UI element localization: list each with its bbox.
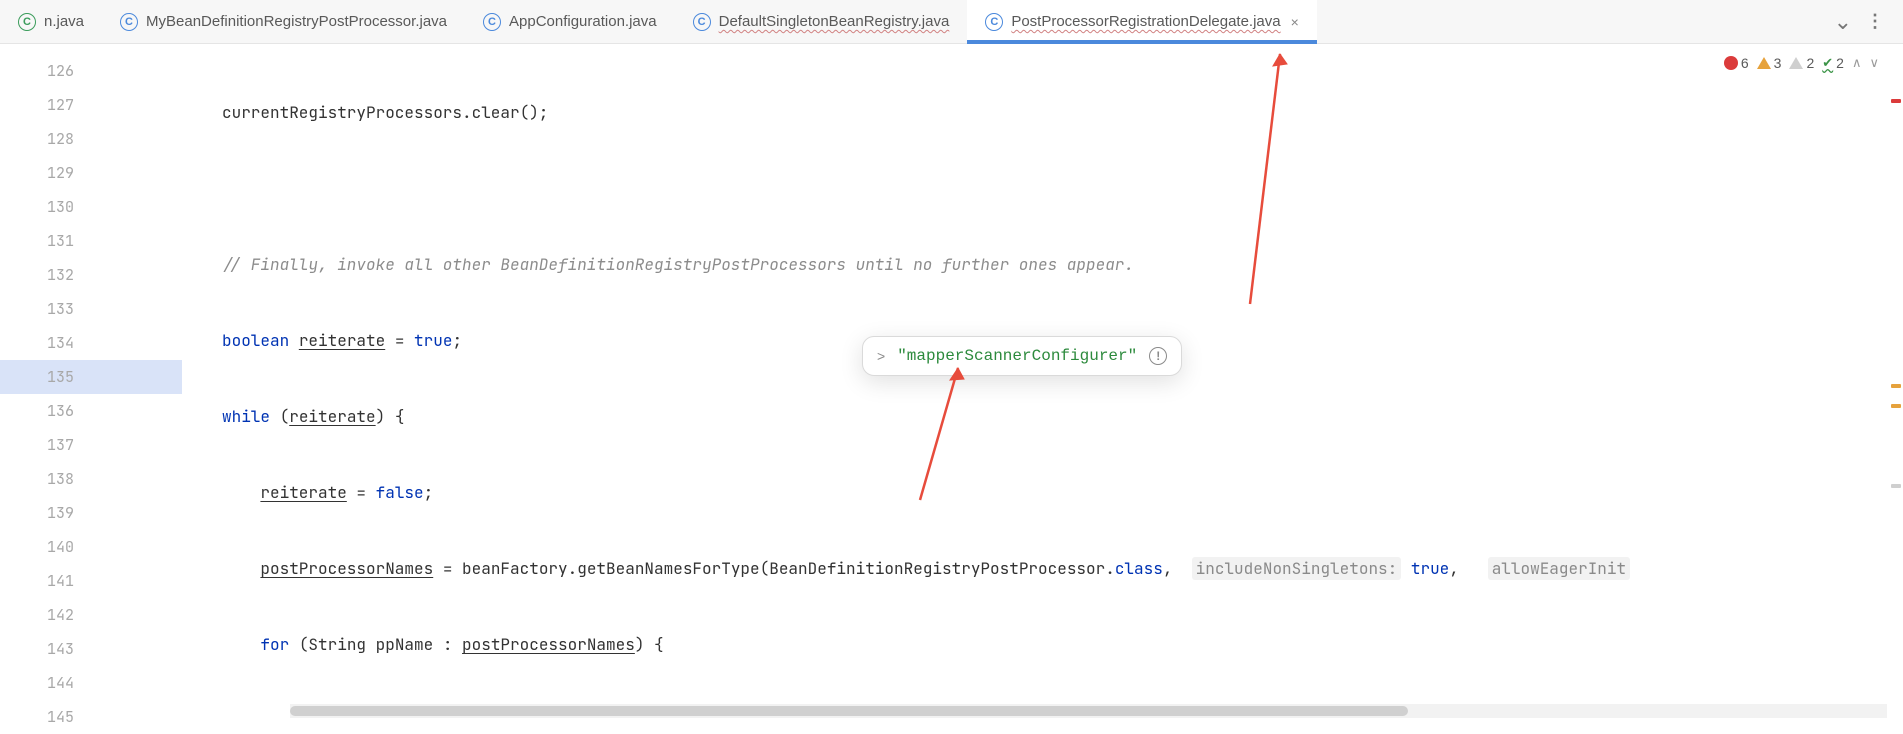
code-area[interactable]: currentRegistryProcessors.clear(); // Fi… — [182, 44, 1903, 718]
line-number: 136 — [0, 394, 108, 428]
warning-count: 3 — [1774, 55, 1782, 71]
tab-defaultsingleton[interactable]: C DefaultSingletonBeanRegistry.java — [675, 0, 968, 44]
line-number: 138 — [0, 462, 108, 496]
tab-label: n.java — [44, 13, 84, 30]
tab-mybean[interactable]: C MyBeanDefinitionRegistryPostProcessor.… — [102, 0, 465, 44]
next-highlight-icon[interactable]: ∨ — [1869, 55, 1879, 71]
line-number: 141 — [0, 564, 108, 598]
errors-badge: 6 — [1724, 55, 1749, 71]
line-number: 137 — [0, 428, 108, 462]
error-stripe-mark[interactable] — [1891, 404, 1901, 408]
annotation-arrow — [910, 360, 980, 510]
line-number: 129 — [0, 156, 108, 190]
line-number: 133 — [0, 292, 108, 326]
code-line: for (String ppName : postProcessorNames)… — [182, 628, 1903, 662]
code-line: while (reiterate) { — [182, 400, 1903, 434]
tab-label: DefaultSingletonBeanRegistry.java — [719, 13, 950, 30]
horizontal-scrollbar[interactable] — [290, 704, 1887, 718]
line-gutter: 126 127 128 129 130 131 132 133 134 135 … — [0, 44, 108, 718]
ok-count: 2 — [1836, 55, 1844, 71]
java-class-icon: C — [18, 13, 36, 31]
weak-count: 2 — [1806, 55, 1814, 71]
warnings-badge: 3 — [1757, 55, 1782, 71]
warning-icon — [1757, 57, 1771, 69]
tab-label: PostProcessorRegistrationDelegate.java — [1011, 13, 1280, 30]
line-number: 143 — [0, 632, 108, 666]
more-icon[interactable]: ⋮ — [1866, 11, 1883, 32]
java-class-icon: C — [985, 13, 1003, 31]
tab-appconfig[interactable]: C AppConfiguration.java — [465, 0, 675, 44]
tab-label: AppConfiguration.java — [509, 13, 657, 30]
error-count: 6 — [1741, 55, 1749, 71]
line-number: 135 — [0, 360, 108, 394]
scrollbar-thumb[interactable] — [290, 706, 1408, 716]
weak-warning-icon — [1789, 57, 1803, 69]
code-line — [182, 172, 1903, 206]
breakpoint-column[interactable] — [108, 44, 182, 718]
error-stripe-mark[interactable] — [1891, 384, 1901, 388]
chevron-down-icon[interactable]: ⌄ — [1834, 9, 1852, 35]
line-number: 144 — [0, 666, 108, 700]
java-class-icon: C — [483, 13, 501, 31]
code-line: currentRegistryProcessors.clear(); — [182, 96, 1903, 130]
java-class-icon: C — [120, 13, 138, 31]
code-line: reiterate = false; — [182, 476, 1903, 510]
line-number: 126 — [0, 54, 108, 88]
check-icon — [1822, 54, 1833, 71]
tab-label: MyBeanDefinitionRegistryPostProcessor.ja… — [146, 13, 447, 30]
info-icon[interactable]: ! — [1149, 347, 1167, 365]
tab-partial[interactable]: C n.java — [0, 0, 102, 44]
tab-actions: ⌄ ⋮ — [1834, 9, 1903, 35]
line-number: 139 — [0, 496, 108, 530]
tab-postprocessor-active[interactable]: C PostProcessorRegistrationDelegate.java… — [967, 0, 1317, 44]
line-number: 142 — [0, 598, 108, 632]
weak-warnings-badge: 2 — [1789, 55, 1814, 71]
expand-icon[interactable]: > — [877, 348, 885, 364]
line-number: 132 — [0, 258, 108, 292]
error-icon — [1724, 56, 1738, 70]
line-number: 127 — [0, 88, 108, 122]
line-number: 140 — [0, 530, 108, 564]
close-icon[interactable]: × — [1291, 14, 1299, 30]
ok-badge: 2 — [1822, 54, 1844, 71]
error-stripe[interactable] — [1889, 44, 1903, 718]
code-line: // Finally, invoke all other BeanDefinit… — [182, 248, 1903, 282]
java-class-icon: C — [693, 13, 711, 31]
code-line: postProcessorNames = beanFactory.getBean… — [182, 552, 1903, 586]
annotation-arrow — [1240, 44, 1300, 324]
line-number: 130 — [0, 190, 108, 224]
line-number: 134 — [0, 326, 108, 360]
line-number: 131 — [0, 224, 108, 258]
prev-highlight-icon[interactable]: ∧ — [1852, 55, 1862, 71]
problems-indicator[interactable]: 6 3 2 2 ∧ ∨ — [1724, 54, 1879, 71]
error-stripe-mark[interactable] — [1891, 484, 1901, 488]
line-number: 128 — [0, 122, 108, 156]
editor-tabs: C n.java C MyBeanDefinitionRegistryPostP… — [0, 0, 1903, 44]
error-stripe-mark[interactable] — [1891, 99, 1901, 103]
line-number: 145 — [0, 700, 108, 734]
